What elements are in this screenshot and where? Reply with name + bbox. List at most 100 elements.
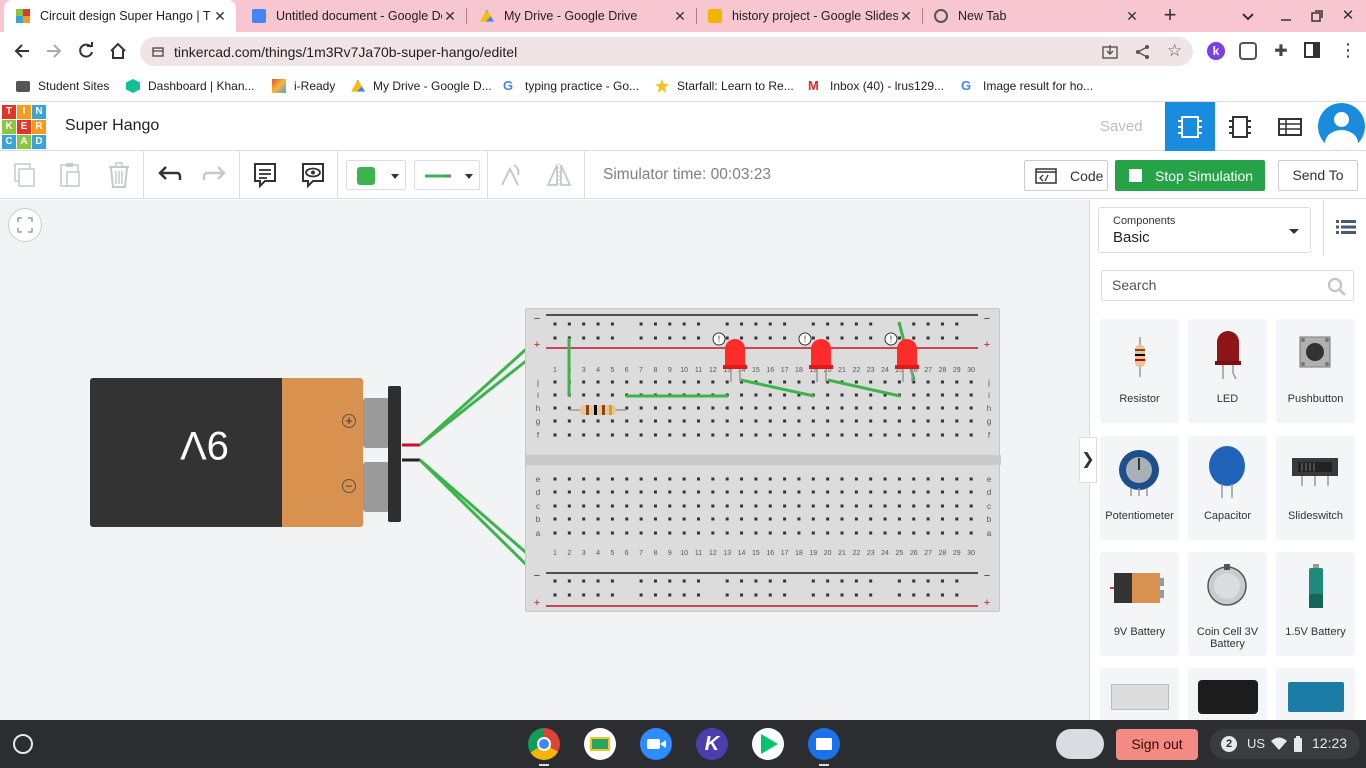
extension-icon[interactable] [1239,42,1257,60]
delete-trash-icon[interactable] [102,158,136,192]
back-icon[interactable] [9,38,35,64]
tab-new-tab[interactable]: New Tab ✕ [922,0,1148,32]
bookmark-item[interactable]: My Drive - Google D... [351,76,492,96]
battery-9v-icon [1110,573,1164,603]
zoom-icon[interactable] [640,728,672,760]
send-to-button[interactable]: Send To [1278,160,1358,191]
close-tab-icon[interactable]: ✕ [212,8,228,25]
undo-icon[interactable] [152,158,186,192]
install-icon[interactable] [1101,43,1119,61]
flip-icon[interactable] [542,158,576,192]
bookmark-item[interactable]: Starfall: Learn to Re... [655,76,794,96]
terminal-hole [811,406,815,410]
bookmark-item[interactable]: i-Ready [272,76,335,96]
user-avatar[interactable] [1318,103,1365,150]
google-classroom-icon[interactable] [584,728,616,760]
bookmark-item[interactable]: Student Sites [16,76,109,96]
files-icon[interactable] [808,728,840,760]
clock: 12:23 [1312,735,1348,751]
component-microbit[interactable] [1188,668,1267,720]
component-1-5v-battery[interactable]: 1.5V Battery [1276,552,1355,656]
terminal-hole [840,517,844,521]
rotate-icon[interactable] [493,158,527,192]
component-search-input[interactable]: Search [1101,270,1354,301]
rail-sign: − [534,313,540,325]
terminal-hole [567,477,571,481]
collapse-panel-button[interactable]: ❯ [1079,437,1097,483]
list-view-button[interactable] [1323,200,1366,256]
code-button[interactable]: Code [1024,160,1108,191]
rail-hole [668,322,672,326]
terminal-hole [869,380,873,384]
terminal-hole [797,380,801,384]
components-dropdown[interactable]: Components Basic [1098,207,1311,253]
toggle-notes-visibility-icon[interactable] [296,158,330,192]
component-breadboard[interactable] [1100,668,1179,720]
close-tab-icon[interactable]: ✕ [1124,8,1140,25]
component-slideswitch[interactable]: Slideswitch [1276,436,1355,540]
tab-google-slides[interactable]: history project - Google Slides ✕ [696,0,922,32]
component-pushbutton[interactable]: Pushbutton [1276,319,1355,423]
component-arduino[interactable] [1276,668,1355,720]
circuit-view-button[interactable] [1165,102,1215,151]
new-tab-button[interactable]: + [1159,4,1181,26]
rail-hole [582,322,586,326]
terminal-hole [697,380,700,384]
component-list-button[interactable] [1265,102,1315,151]
extensions-puzzle-icon[interactable]: ✚ [1271,41,1291,61]
launcher-icon[interactable] [13,734,33,754]
share-icon[interactable] [1134,43,1152,61]
schematic-view-button[interactable] [1215,102,1265,151]
project-title[interactable]: Super Hango [65,117,159,135]
tinkercad-logo[interactable]: T I N K E R C A D [2,105,46,149]
terminal-hole [955,490,959,494]
column-number: 8 [653,550,657,557]
tab-google-drive[interactable]: My Drive - Google Drive ✕ [468,0,696,32]
row-letter: e [987,475,992,484]
sign-out-button[interactable]: Sign out [1116,729,1198,760]
bookmark-item[interactable]: Dashboard | Khan... [126,76,255,96]
component-led[interactable]: LED [1188,319,1267,423]
tab-tinkercad[interactable]: Circuit design Super Hango | T ✕ [4,0,236,32]
bookmark-item[interactable]: G Image result for ho... [961,76,1093,96]
home-icon[interactable] [105,38,131,64]
extension-k-icon[interactable]: k [1207,42,1225,60]
url-field[interactable]: tinkercad.com/things/1m3Rv7Ja70b-super-h… [140,37,1193,66]
holding-space-icon[interactable] [1056,729,1104,759]
minimize-icon[interactable] [1276,6,1296,26]
circuit-canvas[interactable]: 9V + − −−++−−++jjiihhggffeeddccbbaa11223… [0,200,1089,720]
restore-icon[interactable] [1307,6,1327,26]
close-tab-icon[interactable]: ✕ [672,8,688,25]
browser-menu-icon[interactable]: ⋮ [1338,41,1358,61]
rail-hole [926,593,930,597]
close-tab-icon[interactable]: ✕ [898,8,914,25]
wire-color-dropdown[interactable] [346,160,406,190]
component-potentiometer[interactable]: Potentiometer [1100,436,1179,540]
component-9v-battery[interactable]: 9V Battery [1100,552,1179,656]
bookmark-item[interactable]: M Inbox (40) - lrus129... [808,76,944,96]
component-coin-cell-battery[interactable]: Coin Cell 3V Battery [1188,552,1267,656]
tab-google-docs[interactable]: Untitled document - Google Do ✕ [240,0,466,32]
side-panel-icon[interactable] [1304,42,1320,58]
reload-icon[interactable] [73,38,99,64]
copy-icon[interactable] [7,158,41,192]
close-tab-icon[interactable]: ✕ [442,8,458,25]
close-window-icon[interactable]: ✕ [1338,6,1358,26]
component-capacitor[interactable]: Capacitor [1188,436,1267,540]
wire-type-dropdown[interactable] [414,160,480,190]
forward-icon[interactable] [41,38,67,64]
breadboard[interactable]: −−++−−++jjiihhggffeeddccbbaa112233445566… [525,308,1001,612]
kami-icon[interactable]: K [696,728,728,760]
chrome-icon[interactable] [528,728,560,760]
site-info-icon[interactable] [152,45,164,57]
component-resistor[interactable]: Resistor [1100,319,1179,423]
paste-icon[interactable] [53,158,87,192]
bookmark-item[interactable]: Gtyping practice - Go... [503,76,639,96]
system-tray[interactable]: 2 US 12:23 [1210,729,1360,759]
tab-search-icon[interactable] [1238,6,1258,26]
play-store-icon[interactable] [752,728,784,760]
bookmark-star-icon[interactable]: ☆ [1167,42,1185,60]
note-icon[interactable] [248,158,282,192]
stop-simulation-button[interactable]: Stop Simulation [1115,160,1265,191]
redo-icon[interactable] [198,158,232,192]
